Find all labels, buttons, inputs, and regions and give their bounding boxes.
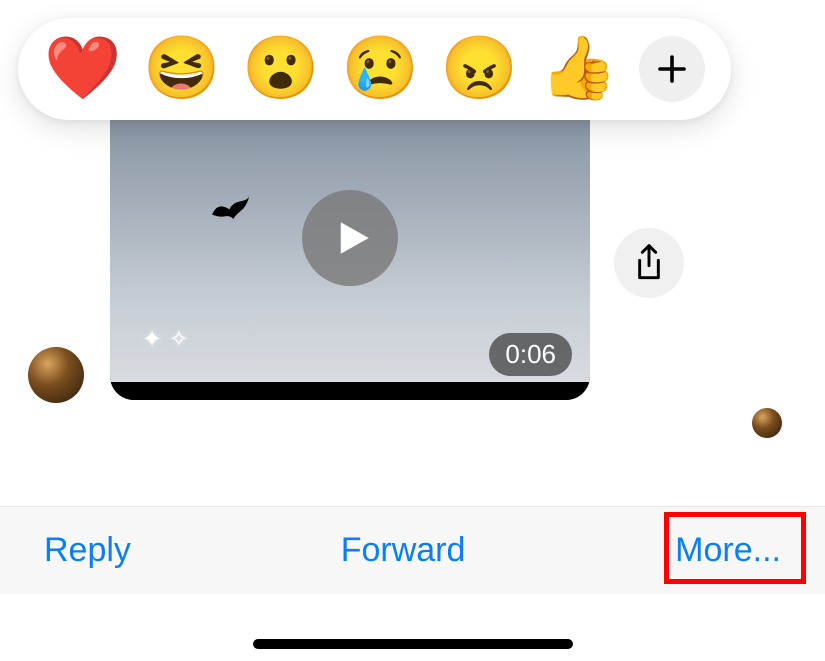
action-bar: Reply Forward More...: [0, 506, 825, 594]
bird-silhouette: [206, 187, 257, 239]
add-reaction-button[interactable]: [639, 36, 705, 102]
reaction-wow[interactable]: 😮: [242, 38, 319, 100]
reply-button[interactable]: Reply: [38, 527, 137, 574]
reaction-laugh[interactable]: 😆: [143, 38, 220, 100]
forward-button[interactable]: Forward: [335, 527, 472, 574]
reaction-sad[interactable]: 😢: [342, 38, 419, 100]
sender-avatar[interactable]: [28, 347, 84, 403]
reaction-bar: ❤️ 😆 😮 😢 😠 👍: [18, 18, 731, 120]
play-icon: [332, 217, 374, 259]
share-icon: [633, 243, 665, 283]
reaction-heart[interactable]: ❤️: [44, 38, 121, 100]
home-indicator[interactable]: [253, 639, 573, 649]
video-message[interactable]: ✦ ✧ 0:06: [110, 75, 590, 400]
play-button[interactable]: [302, 190, 398, 286]
share-button[interactable]: [614, 228, 684, 298]
reaction-thumbs-up[interactable]: 👍: [540, 38, 617, 100]
read-receipt-avatar: [752, 408, 782, 438]
more-button[interactable]: More...: [669, 527, 787, 574]
sparkle-icon: ✦ ✧: [142, 325, 189, 354]
reaction-angry[interactable]: 😠: [441, 38, 518, 100]
video-duration: 0:06: [489, 333, 572, 376]
video-progress-bar: [110, 382, 590, 400]
plus-icon: [654, 51, 690, 87]
